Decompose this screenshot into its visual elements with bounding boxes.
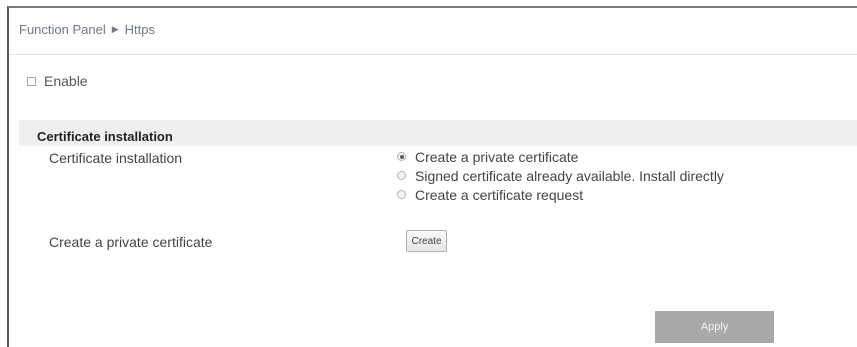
create-private-certificate-label: Create a private certificate [49, 234, 213, 250]
radio-option-request[interactable]: Create a certificate request [397, 185, 724, 204]
radio-label: Signed certificate already available. In… [415, 167, 724, 184]
https-panel: Function Panel ▶ Https Enable Certificat… [7, 6, 857, 347]
enable-label: Enable [44, 73, 88, 89]
apply-button[interactable]: Apply [655, 311, 774, 343]
section-header: Certificate installation [19, 120, 857, 146]
radio-option-signed[interactable]: Signed certificate already available. In… [397, 166, 724, 185]
radio-button[interactable] [397, 190, 406, 199]
triangle-right-icon: ▶ [111, 24, 119, 34]
radio-option-private[interactable]: Create a private certificate [397, 147, 724, 166]
enable-row[interactable]: Enable [27, 73, 88, 89]
breadcrumb-current: Https [124, 22, 155, 37]
breadcrumb: Function Panel ▶ Https [19, 22, 155, 37]
radio-button[interactable] [397, 152, 406, 161]
breadcrumb-divider [9, 54, 857, 55]
section-title: Certificate installation [37, 129, 173, 144]
radio-button[interactable] [397, 171, 406, 180]
breadcrumb-root[interactable]: Function Panel [19, 22, 106, 37]
radio-label: Create a certificate request [415, 186, 584, 203]
radio-label: Create a private certificate [415, 148, 579, 165]
create-button[interactable]: Create [406, 230, 447, 252]
enable-checkbox[interactable] [27, 76, 36, 86]
certificate-installation-radio-group: Create a private certificate Signed cert… [397, 147, 724, 204]
certificate-installation-label: Certificate installation [49, 150, 183, 166]
